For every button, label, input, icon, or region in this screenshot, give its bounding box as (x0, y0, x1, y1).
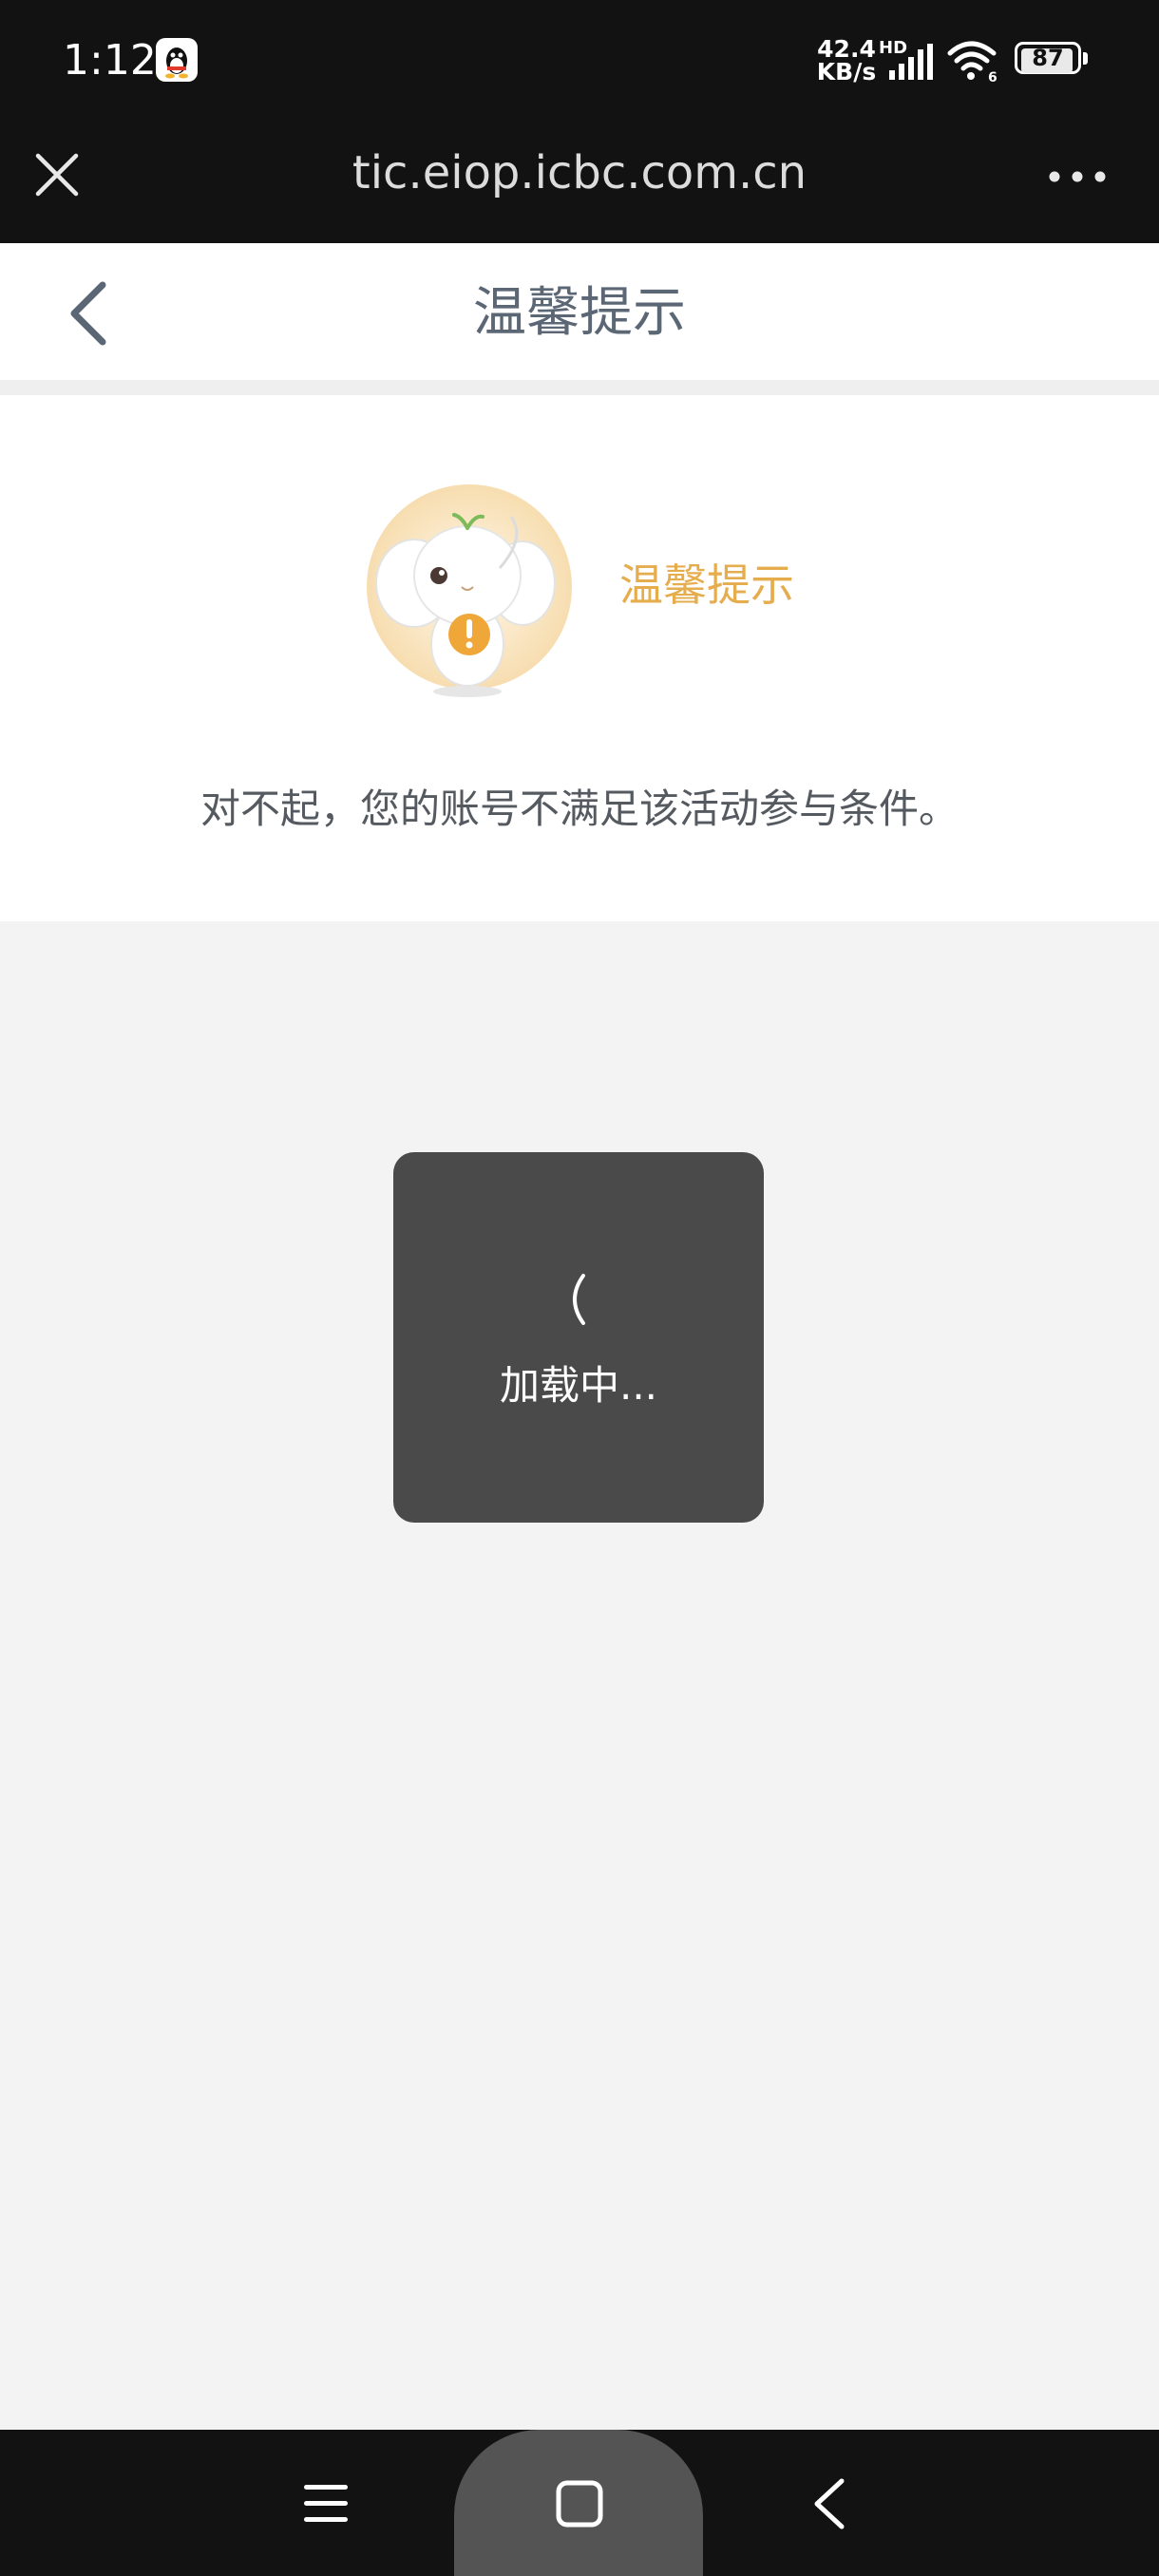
loading-text: 加载中... (499, 1362, 658, 1409)
notice-message: 对不起，您的账号不满足该活动参与条件。 (200, 786, 959, 832)
elephant-mascot-icon (367, 484, 572, 697)
browser-toolbar: tic.eiop.icbc.com.cn (0, 122, 1159, 243)
notice-title: 温馨提示 (619, 559, 794, 611)
network-speed: 42.4 KB/s (813, 37, 880, 85)
header-separator (0, 380, 1159, 395)
back-icon[interactable] (808, 2475, 851, 2532)
more-icon[interactable] (1045, 158, 1110, 196)
battery-level: 87 (1032, 45, 1064, 71)
loading-spinner-icon (573, 1274, 585, 1325)
wifi-icon: 6 (947, 41, 998, 82)
network-speed-unit: KB/s (816, 58, 877, 85)
system-nav-bar (0, 2430, 1159, 2576)
url-display[interactable]: tic.eiop.icbc.com.cn (247, 142, 912, 203)
signal-icon (889, 44, 933, 80)
page-title: 温馨提示 (473, 282, 686, 344)
svg-text:6: 6 (988, 70, 998, 82)
page-header: 温馨提示 (0, 243, 1159, 380)
battery-tip (1083, 52, 1088, 65)
notice-card: 温馨提示 对不起，您的账号不满足该活动参与条件。 (0, 395, 1159, 921)
loading-toast: 加载中... (393, 1152, 764, 1523)
menu-icon[interactable] (302, 2479, 353, 2529)
close-icon[interactable] (30, 148, 84, 201)
status-bar: 1:12 42.4 KB/s HD 6 87 (0, 0, 1159, 122)
battery-icon: 87 (1015, 42, 1089, 76)
status-time: 1:12 (63, 36, 157, 85)
back-chevron-icon[interactable] (57, 277, 124, 350)
home-icon[interactable] (553, 2477, 606, 2530)
qq-penguin-icon (156, 38, 198, 82)
